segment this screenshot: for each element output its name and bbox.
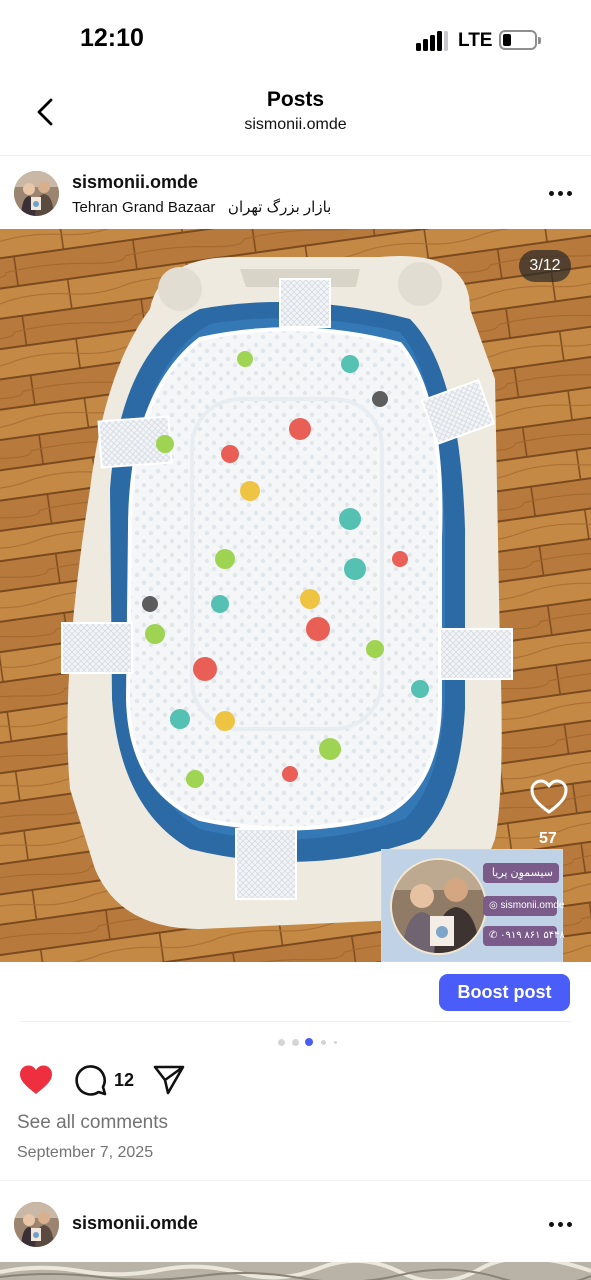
pager-dot (334, 1041, 337, 1044)
sticker-phone: ✆ ۰۹۱۹ ۸۶۱ ۵۴۴۸ (483, 926, 565, 946)
post-username[interactable]: sismonii.omde (72, 172, 198, 193)
send-icon (153, 1065, 185, 1095)
post-header: sismonii.omde Tehran Grand Bazaar بازار … (0, 157, 591, 229)
nav-header: Posts sismonii.omde (0, 78, 591, 156)
post-location[interactable]: Tehran Grand Bazaar بازار بزرگ تهران (72, 198, 331, 216)
shop-sticker: سیسموِن پریا ◎ sismonii.omde ✆ ۰۹۱۹ ۸۶۱ … (381, 849, 565, 962)
pager-dot (321, 1040, 326, 1045)
media-counter: 3/12 (519, 250, 571, 282)
next-post-media[interactable] (0, 1262, 591, 1280)
avatar[interactable] (14, 171, 59, 216)
battery-icon (499, 30, 541, 50)
shop-owner-photo (390, 858, 487, 955)
sticker-instagram-handle: sismonii.omde (500, 900, 565, 911)
post-separator (0, 1180, 591, 1181)
divider (20, 1021, 571, 1022)
pager-dot (292, 1039, 299, 1046)
pager-dot-active (305, 1038, 313, 1046)
next-post-image (0, 1262, 591, 1280)
boost-post-button[interactable]: Boost post (439, 974, 570, 1011)
post-media[interactable]: 3/12 57 سیسموِن پریا ◎ sismonii.omde ✆ ۰… (0, 229, 591, 962)
heart-filled-icon (20, 1065, 52, 1094)
next-post-username[interactable]: sismonii.omde (72, 1213, 198, 1234)
next-post-avatar[interactable] (14, 1202, 59, 1247)
pager-dot (278, 1039, 285, 1046)
media-like-button[interactable] (528, 777, 570, 817)
post-date: September 7, 2025 (17, 1144, 154, 1161)
media-like-count: 57 (539, 830, 557, 847)
carousel-pager (0, 1038, 591, 1048)
see-all-comments-link[interactable]: See all comments (17, 1112, 168, 1134)
post-actions: 12 (0, 1058, 591, 1102)
sticker-phone-number: ۰۹۱۹ ۸۶۱ ۵۴۴۸ (500, 930, 565, 941)
status-bar: 12:10 LTE (0, 0, 591, 78)
cellular-signal-icon (416, 29, 448, 51)
next-post-options-button[interactable] (546, 1219, 576, 1231)
heart-outline-icon (530, 779, 568, 814)
comment-icon (75, 1065, 107, 1096)
phone-icon: ✆ (489, 930, 501, 941)
sticker-shop-name: سیسموِن پریا (483, 863, 559, 883)
comment-button[interactable] (74, 1063, 108, 1097)
status-time: 12:10 (80, 24, 144, 52)
network-type: LTE (458, 30, 493, 51)
post-options-button[interactable] (546, 188, 576, 200)
sticker-instagram: ◎ sismonii.omde (483, 896, 564, 916)
share-button[interactable] (152, 1064, 186, 1096)
instagram-icon: ◎ (489, 900, 501, 911)
like-button[interactable] (18, 1064, 54, 1096)
page-title: Posts (266, 88, 325, 111)
comment-count: 12 (114, 1070, 135, 1090)
page-subtitle: sismonii.omde (244, 116, 347, 133)
